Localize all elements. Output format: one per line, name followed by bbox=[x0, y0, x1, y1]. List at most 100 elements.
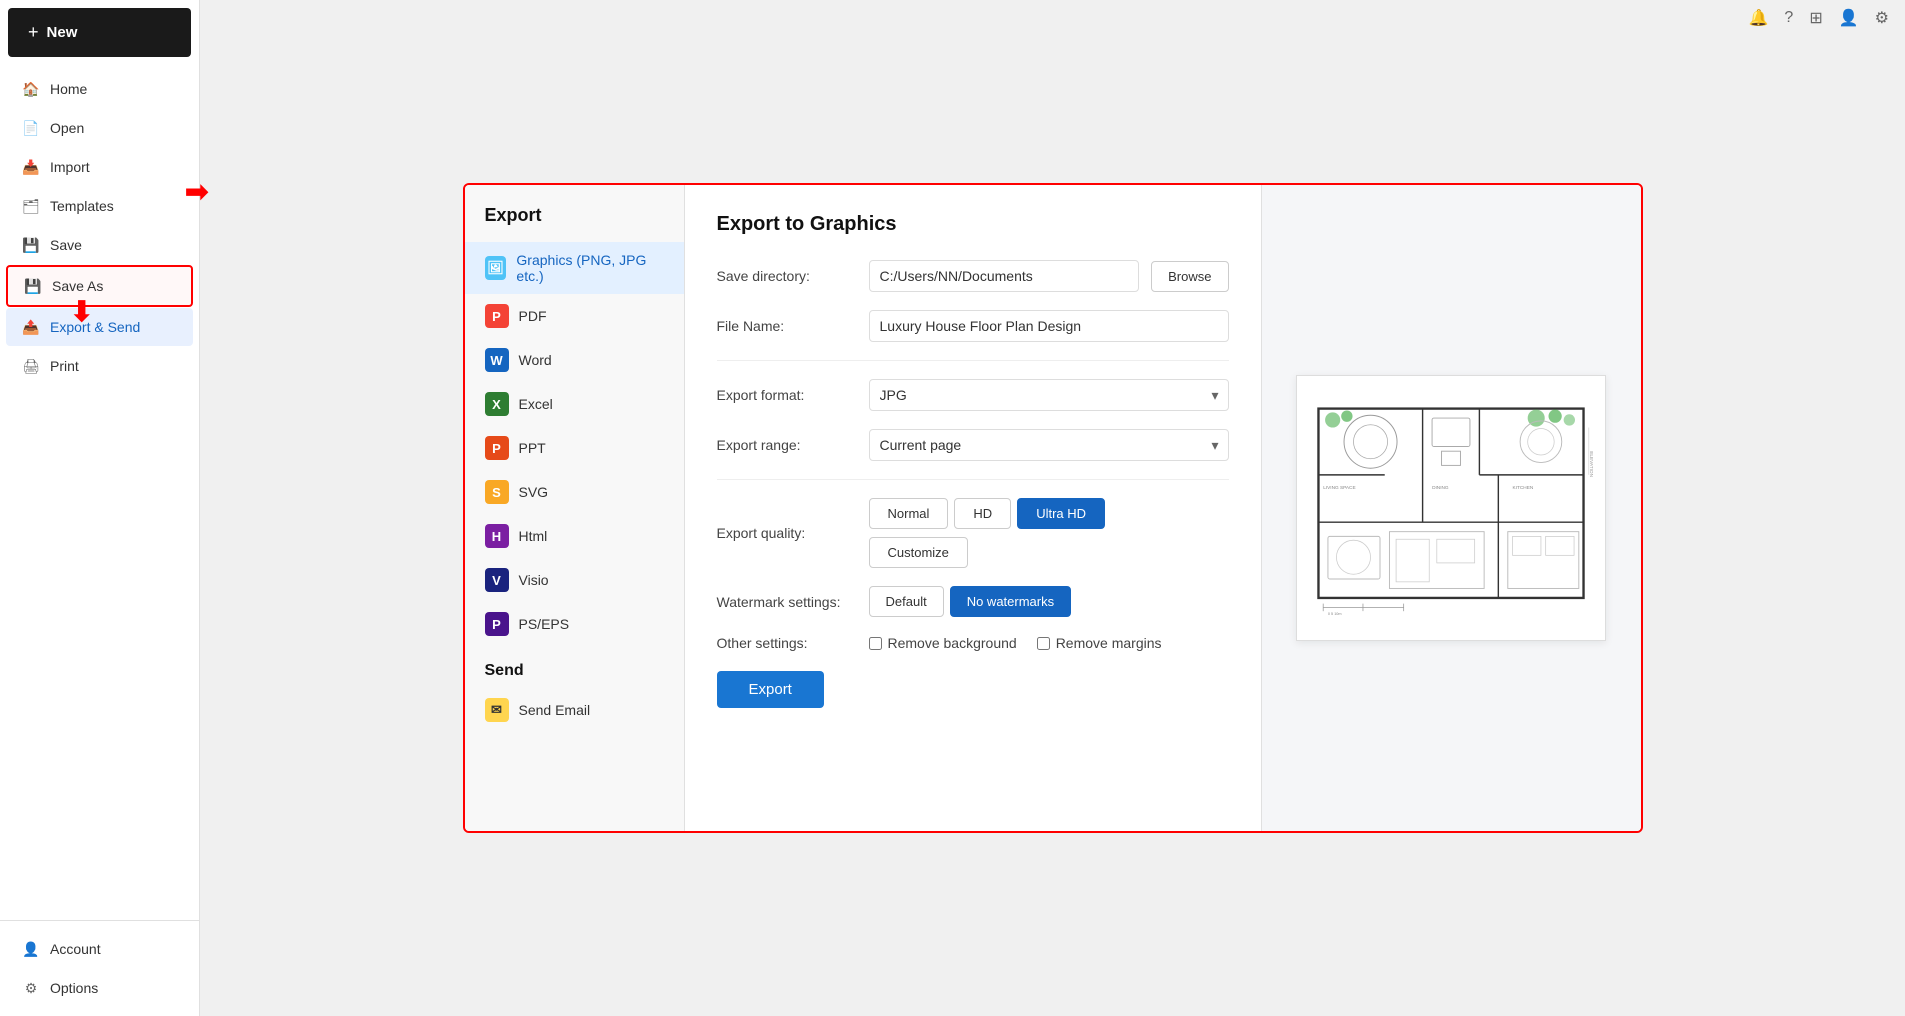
save-as-icon: 💾 bbox=[24, 277, 42, 295]
sidebar-item-label: Export & Send bbox=[50, 319, 140, 335]
export-send-icon: 📤 bbox=[22, 318, 40, 336]
sidebar: + New ➡ ⬇ 🏠 Home 📄 Open 📥 Import 🗂 Templ… bbox=[0, 0, 200, 1016]
sidebar-item-label: Save bbox=[50, 237, 82, 253]
remove-margins-input[interactable] bbox=[1037, 637, 1050, 650]
bell-icon[interactable]: 🔔 bbox=[1749, 8, 1769, 28]
export-list-item-svg[interactable]: S SVG bbox=[465, 470, 684, 514]
open-icon: 📄 bbox=[22, 119, 40, 137]
export-list: Export 🖼 Graphics (PNG, JPG etc.) P PDF … bbox=[465, 185, 685, 831]
export-list-item-excel[interactable]: X Excel bbox=[465, 382, 684, 426]
sidebar-item-options[interactable]: ⚙ Options bbox=[6, 969, 193, 1007]
watermark-row: Watermark settings: Default No watermark… bbox=[717, 586, 1229, 617]
quality-ultrahd-button[interactable]: Ultra HD bbox=[1017, 498, 1105, 529]
remove-margins-checkbox[interactable]: Remove margins bbox=[1037, 635, 1162, 651]
visio-icon: V bbox=[485, 568, 509, 592]
svg-text:ELEVATION: ELEVATION bbox=[1588, 451, 1593, 477]
svg-text:KITCHEN: KITCHEN bbox=[1513, 485, 1534, 491]
excel-icon: X bbox=[485, 392, 509, 416]
svg-text:LIVING SPACE: LIVING SPACE bbox=[1323, 485, 1355, 491]
file-name-input[interactable] bbox=[869, 310, 1229, 342]
home-icon: 🏠 bbox=[22, 80, 40, 98]
export-item-label: SVG bbox=[519, 484, 549, 500]
sidebar-item-label: Account bbox=[50, 941, 101, 957]
sidebar-item-templates[interactable]: 🗂 Templates bbox=[6, 187, 193, 225]
sidebar-item-open[interactable]: 📄 Open bbox=[6, 109, 193, 147]
export-item-label: Html bbox=[519, 528, 548, 544]
export-quality-label: Export quality: bbox=[717, 525, 857, 541]
sidebar-item-save-as[interactable]: 💾 Save As bbox=[6, 265, 193, 307]
other-settings-label: Other settings: bbox=[717, 635, 857, 651]
export-settings-title: Export to Graphics bbox=[717, 213, 1229, 236]
sidebar-item-import[interactable]: 📥 Import bbox=[6, 148, 193, 186]
sidebar-item-export-send[interactable]: 📤 Export & Send bbox=[6, 308, 193, 346]
html-icon: H bbox=[485, 524, 509, 548]
sidebar-item-label: Print bbox=[50, 358, 79, 374]
sidebar-item-label: Templates bbox=[50, 198, 114, 214]
apps-icon[interactable]: ⊞ bbox=[1809, 8, 1822, 28]
browse-button[interactable]: Browse bbox=[1151, 261, 1228, 292]
sidebar-item-account[interactable]: 👤 Account bbox=[6, 930, 193, 968]
export-preview: ELEVATION LIVING SPACE DINING KITCHEN 0 … bbox=[1261, 185, 1641, 831]
templates-icon: 🗂 bbox=[22, 197, 40, 215]
remove-background-label: Remove background bbox=[888, 635, 1017, 651]
sidebar-item-save[interactable]: 💾 Save bbox=[6, 226, 193, 264]
send-section-title: Send bbox=[465, 646, 684, 688]
export-list-item-word[interactable]: W Word bbox=[465, 338, 684, 382]
graphics-icon: 🖼 bbox=[485, 256, 507, 280]
quality-customize-button[interactable]: Customize bbox=[869, 537, 968, 568]
settings-icon[interactable]: ⚙ bbox=[1875, 8, 1889, 28]
export-settings: Export to Graphics Save directory: Brows… bbox=[685, 185, 1261, 831]
sidebar-item-label: Save As bbox=[52, 278, 103, 294]
export-range-select[interactable]: Current page All pages Selected pages bbox=[869, 429, 1229, 461]
svg-text:DINING: DINING bbox=[1432, 485, 1449, 491]
export-list-item-graphics[interactable]: 🖼 Graphics (PNG, JPG etc.) bbox=[465, 242, 684, 294]
svg-icon: S bbox=[485, 480, 509, 504]
help-icon[interactable]: ? bbox=[1784, 9, 1793, 27]
word-icon: W bbox=[485, 348, 509, 372]
export-quality-row: Export quality: Normal HD Ultra HD Custo… bbox=[717, 498, 1229, 568]
sidebar-item-label: Import bbox=[50, 159, 90, 175]
pdf-icon: P bbox=[485, 304, 509, 328]
preview-box: ELEVATION LIVING SPACE DINING KITCHEN 0 … bbox=[1296, 375, 1606, 641]
export-list-item-ppt[interactable]: P PPT bbox=[465, 426, 684, 470]
export-item-label: Excel bbox=[519, 396, 553, 412]
export-list-item-html[interactable]: H Html bbox=[465, 514, 684, 558]
sidebar-item-home[interactable]: 🏠 Home bbox=[6, 70, 193, 108]
export-list-item-pdf[interactable]: P PDF bbox=[465, 294, 684, 338]
export-list-item-pseps[interactable]: P PS/EPS bbox=[465, 602, 684, 646]
sidebar-item-print[interactable]: 🖨 Print bbox=[6, 347, 193, 385]
quality-normal-button[interactable]: Normal bbox=[869, 498, 949, 529]
main-content: Export 🖼 Graphics (PNG, JPG etc.) P PDF … bbox=[200, 0, 1905, 1016]
export-item-label: Send Email bbox=[519, 702, 591, 718]
quality-hd-button[interactable]: HD bbox=[954, 498, 1011, 529]
floor-plan-preview: ELEVATION LIVING SPACE DINING KITCHEN 0 … bbox=[1309, 388, 1593, 628]
export-format-select[interactable]: JPG PNG BMP GIF TIFF bbox=[869, 379, 1229, 411]
watermark-default-button[interactable]: Default bbox=[869, 586, 944, 617]
sidebar-item-label: Open bbox=[50, 120, 84, 136]
remove-background-input[interactable] bbox=[869, 637, 882, 650]
watermark-none-button[interactable]: No watermarks bbox=[950, 586, 1071, 617]
arrow-right-indicator: ➡ bbox=[185, 175, 208, 208]
remove-margins-label: Remove margins bbox=[1056, 635, 1162, 651]
export-button[interactable]: Export bbox=[717, 671, 824, 708]
export-item-label: Graphics (PNG, JPG etc.) bbox=[516, 252, 663, 284]
export-item-label: Visio bbox=[519, 572, 549, 588]
export-format-label: Export format: bbox=[717, 387, 857, 403]
new-button[interactable]: + New bbox=[8, 8, 191, 57]
arrow-down-indicator: ⬇ bbox=[70, 295, 93, 328]
export-section-title: Export bbox=[465, 205, 684, 242]
import-icon: 📥 bbox=[22, 158, 40, 176]
sidebar-item-label: Options bbox=[50, 980, 98, 996]
export-list-item-visio[interactable]: V Visio bbox=[465, 558, 684, 602]
export-format-row: Export format: JPG PNG BMP GIF TIFF bbox=[717, 379, 1229, 411]
options-icon: ⚙ bbox=[22, 979, 40, 997]
watermark-label: Watermark settings: bbox=[717, 594, 857, 610]
file-name-label: File Name: bbox=[717, 318, 857, 334]
user-icon[interactable]: 👤 bbox=[1839, 8, 1859, 28]
save-directory-input[interactable] bbox=[869, 260, 1140, 292]
remove-background-checkbox[interactable]: Remove background bbox=[869, 635, 1017, 651]
export-list-item-send-email[interactable]: ✉ Send Email bbox=[465, 688, 684, 732]
account-icon: 👤 bbox=[22, 940, 40, 958]
save-directory-row: Save directory: Browse bbox=[717, 260, 1229, 292]
export-item-label: PS/EPS bbox=[519, 616, 570, 632]
